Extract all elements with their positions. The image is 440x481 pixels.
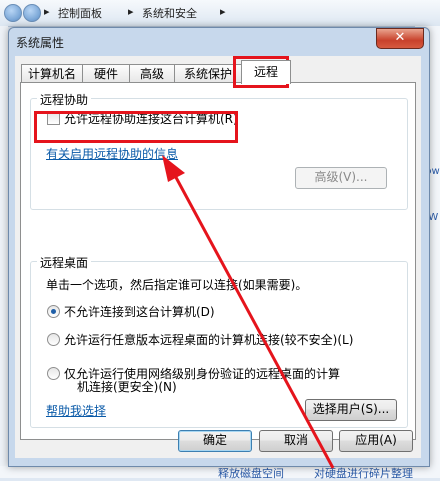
annotation-arrow-shaft xyxy=(170,169,335,469)
annotation-arrow-head xyxy=(162,155,185,182)
annotation-arrow xyxy=(162,155,335,469)
tab-remote[interactable]: 远程 xyxy=(241,60,291,84)
